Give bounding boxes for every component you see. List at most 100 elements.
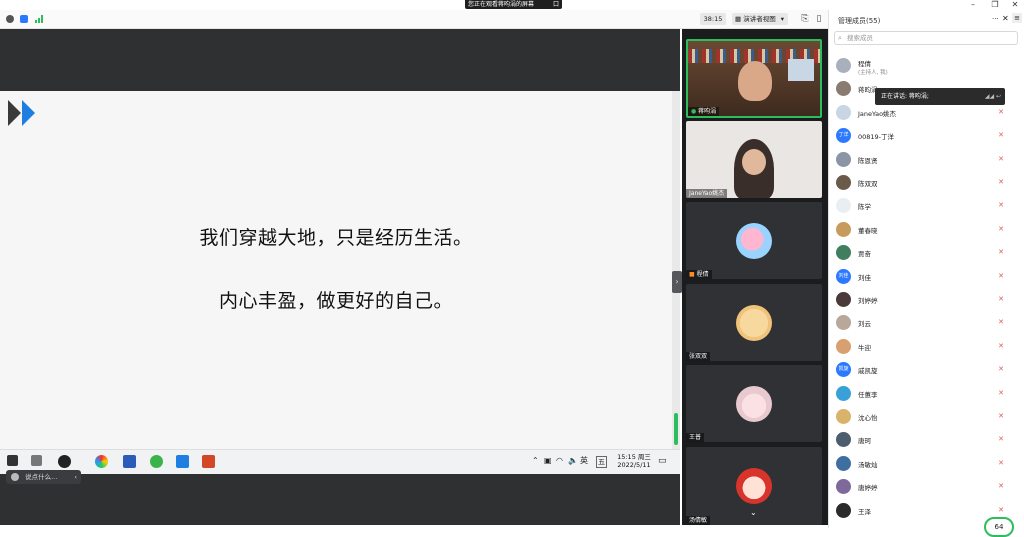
talking-text: 正在讲话: 蒋昀涓; — [881, 93, 929, 100]
chevron-down-icon: ▾ — [780, 15, 784, 23]
pin-icon[interactable]: ✕ — [1002, 14, 1009, 23]
member-avatar — [836, 292, 851, 307]
member-row[interactable]: 牛迎 ✕ — [836, 337, 1008, 360]
speaker-icons: ◢◢ ↩ — [984, 93, 1001, 100]
chat-collapse-icon[interactable]: ‹ — [74, 470, 77, 484]
member-avatar: 丁洋 — [836, 128, 851, 144]
member-search-input[interactable]: 搜索成员 — [834, 31, 1018, 45]
member-row[interactable]: 陈恩贤 ✕ — [836, 150, 1008, 173]
mic-muted-icon[interactable]: ✕ — [998, 389, 1004, 397]
mic-muted-icon[interactable]: ✕ — [998, 272, 1004, 280]
member-row[interactable]: 陈双双 ✕ — [836, 173, 1008, 196]
mic-muted-icon[interactable]: ✕ — [998, 201, 1004, 209]
video-tile[interactable]: JaneYao姚杰 — [686, 121, 822, 198]
member-avatar — [836, 81, 851, 97]
close-icon[interactable]: ✕ — [1008, 0, 1022, 10]
member-name: 刘婷婷 — [858, 297, 878, 305]
member-name: 程倩 — [858, 60, 871, 68]
mic-muted-icon[interactable]: ✕ — [998, 482, 1004, 490]
share-banner-suffix: 口 — [552, 1, 559, 8]
member-avatar — [836, 175, 851, 190]
mic-muted-icon[interactable]: ✕ — [998, 248, 1004, 256]
member-row[interactable]: 任蕙李 ✕ — [836, 384, 1008, 407]
mic-muted-icon[interactable]: ✕ — [998, 318, 1004, 326]
member-avatar — [836, 151, 851, 167]
participant-avatar — [736, 304, 772, 341]
more-icon[interactable]: ··· — [992, 15, 999, 23]
mic-muted-icon[interactable]: ✕ — [998, 435, 1004, 443]
participant-face — [742, 149, 766, 175]
wifi-icon: ◠ — [556, 456, 563, 465]
member-name: 刘佳 — [858, 273, 871, 282]
mic-muted-icon[interactable]: ✕ — [998, 412, 1004, 420]
panel-splitter-handle[interactable]: › — [672, 271, 682, 293]
mic-muted-icon[interactable]: ✕ — [998, 178, 1004, 186]
tray-app-icon: ▣ — [544, 456, 552, 465]
menu-icon[interactable]: ≡ — [1012, 13, 1022, 23]
task-view-icon — [31, 455, 42, 466]
presentation-slide — [0, 91, 672, 449]
member-row[interactable]: 汤敏灿 ✕ — [836, 454, 1008, 477]
mic-muted-icon[interactable]: ✕ — [998, 108, 1004, 116]
view-mode-dropdown[interactable]: ▦ 演讲者视图 ▾ — [732, 13, 788, 25]
member-row[interactable]: 凯旋 戚凯旋 ✕ — [836, 360, 1008, 383]
member-row[interactable]: 董春晓 ✕ — [836, 220, 1008, 243]
scrollbar-thumb[interactable] — [674, 413, 678, 445]
mic-muted-icon[interactable]: ✕ — [998, 506, 1004, 514]
member-row[interactable]: 刘云 ✕ — [836, 313, 1008, 336]
member-row[interactable]: 王泽 ✕ — [836, 501, 1008, 524]
participant-avatar — [736, 468, 772, 504]
mic-muted-icon[interactable]: ✕ — [998, 131, 1004, 139]
member-row[interactable]: 刘佳 刘佳 ✕ — [836, 267, 1008, 290]
chevron-down-icon[interactable]: ⌄ — [750, 508, 757, 517]
member-row[interactable]: 贾奋 ✕ — [836, 243, 1008, 266]
app-icon — [58, 455, 71, 468]
video-name: 汤倩敏 — [689, 517, 708, 524]
restore-icon[interactable]: ❐ — [988, 0, 1002, 10]
member-avatar — [836, 432, 851, 448]
member-row[interactable]: 唐婷婷 ✕ — [836, 477, 1008, 500]
mic-muted-icon[interactable]: ✕ — [998, 365, 1004, 373]
host-icon: ■ — [689, 271, 695, 278]
chat-input[interactable]: 说点什么... ‹ — [6, 470, 81, 484]
member-role: (主持人, 我) — [858, 70, 888, 76]
mic-muted-icon[interactable]: ✕ — [998, 342, 1004, 350]
video-tile[interactable]: ■ 程倩 — [686, 202, 822, 279]
video-tile[interactable]: ● 蒋昀涓 — [686, 39, 822, 118]
member-name: 牛迎 — [858, 343, 871, 352]
slide-scrollbar[interactable] — [672, 91, 680, 449]
video-name: 王普 — [689, 434, 702, 441]
member-avatar — [836, 338, 851, 354]
member-name: 陈学 — [858, 203, 871, 212]
member-avatar — [836, 245, 851, 261]
member-name: JaneYao姚杰 — [858, 109, 897, 118]
mic-muted-icon[interactable]: ✕ — [998, 225, 1004, 233]
member-count-badge[interactable]: 64 — [984, 517, 1014, 537]
signal-icon — [35, 15, 44, 23]
ime-mode: 五 — [596, 456, 607, 468]
video-tile[interactable]: 王普 — [686, 365, 822, 442]
video-name: 张双双 — [689, 353, 708, 360]
member-row[interactable]: 唐珂 ✕ — [836, 430, 1008, 453]
info-icon[interactable] — [6, 15, 14, 23]
mic-muted-icon[interactable]: ✕ — [998, 155, 1004, 163]
windows-start-icon — [7, 455, 18, 466]
member-row[interactable]: 沈心怡 ✕ — [836, 407, 1008, 430]
member-avatar — [836, 198, 851, 214]
sidebar-toggle-icon[interactable]: ▯ — [813, 13, 825, 25]
mic-muted-icon[interactable]: ✕ — [998, 459, 1004, 467]
member-row[interactable]: 程倩 (主持人, 我) — [836, 56, 1008, 79]
share-bottom-strip — [0, 474, 680, 525]
member-row[interactable]: 丁洋 00819-丁洋 ✕ — [836, 126, 1008, 149]
member-row[interactable]: 陈学 ✕ — [836, 196, 1008, 219]
minimize-icon[interactable]: – — [966, 0, 980, 10]
video-tile[interactable]: 张双双 — [686, 284, 822, 361]
shield-icon[interactable] — [20, 15, 28, 23]
member-avatar — [836, 479, 851, 495]
screenshot-icon[interactable]: ⎘ — [799, 13, 811, 25]
member-name: 董春晓 — [858, 226, 878, 235]
member-row[interactable]: JaneYao姚杰 ✕ — [836, 103, 1008, 126]
member-row[interactable]: 刘婷婷 ✕ — [836, 290, 1008, 313]
member-name: 陈双双 — [858, 180, 878, 188]
mic-muted-icon[interactable]: ✕ — [998, 295, 1004, 303]
